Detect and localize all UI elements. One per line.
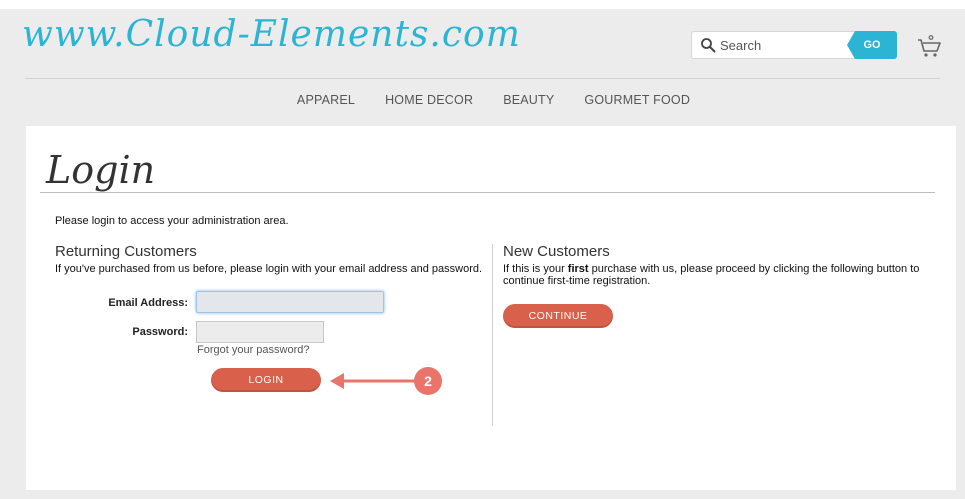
cart-icon[interactable] — [916, 34, 942, 60]
new-customers-description-start: If this is your — [503, 263, 568, 275]
returning-customers-description: If you've purchased from us before, plea… — [55, 263, 483, 275]
login-panel: Login Please login to access your admini… — [26, 126, 956, 490]
returning-customers-heading: Returning Customers — [55, 243, 197, 260]
nav-item-gourmet-food[interactable]: GOURMET FOOD — [584, 93, 690, 107]
login-button[interactable]: LOGIN — [211, 368, 321, 392]
main-nav: APPAREL HOME DECOR BEAUTY GOURMET FOOD — [0, 93, 965, 107]
search-box[interactable]: Search GO — [691, 31, 897, 59]
top-strip — [0, 0, 965, 9]
page-title: Login — [46, 148, 156, 192]
annotation-step-number: 2 — [424, 373, 432, 389]
nav-item-home-decor[interactable]: HOME DECOR — [385, 93, 473, 107]
new-customers-heading: New Customers — [503, 243, 610, 260]
column-divider — [492, 244, 493, 426]
search-input[interactable]: Search — [720, 38, 761, 53]
password-label: Password: — [132, 326, 188, 338]
intro-text: Please login to access your administrati… — [55, 215, 289, 227]
nav-item-beauty[interactable]: BEAUTY — [503, 93, 554, 107]
annotation-arrow: 2 — [330, 367, 442, 395]
continue-button[interactable]: CONTINUE — [503, 304, 613, 328]
nav-divider — [25, 78, 940, 79]
new-customers-description: If this is your first purchase with us, … — [503, 263, 933, 287]
search-go-button[interactable]: GO — [847, 31, 897, 59]
new-customers-description-bold: first — [567, 263, 589, 275]
forgot-password-link[interactable]: Forgot your password? — [197, 344, 310, 356]
search-icon — [701, 38, 716, 53]
title-divider — [40, 192, 935, 193]
email-label: Email Address: — [108, 297, 188, 309]
password-field[interactable] — [196, 321, 324, 343]
nav-item-apparel[interactable]: APPAREL — [297, 93, 355, 107]
site-logo[interactable]: www.Cloud-Elements.com — [22, 14, 521, 55]
email-field[interactable] — [196, 291, 384, 313]
